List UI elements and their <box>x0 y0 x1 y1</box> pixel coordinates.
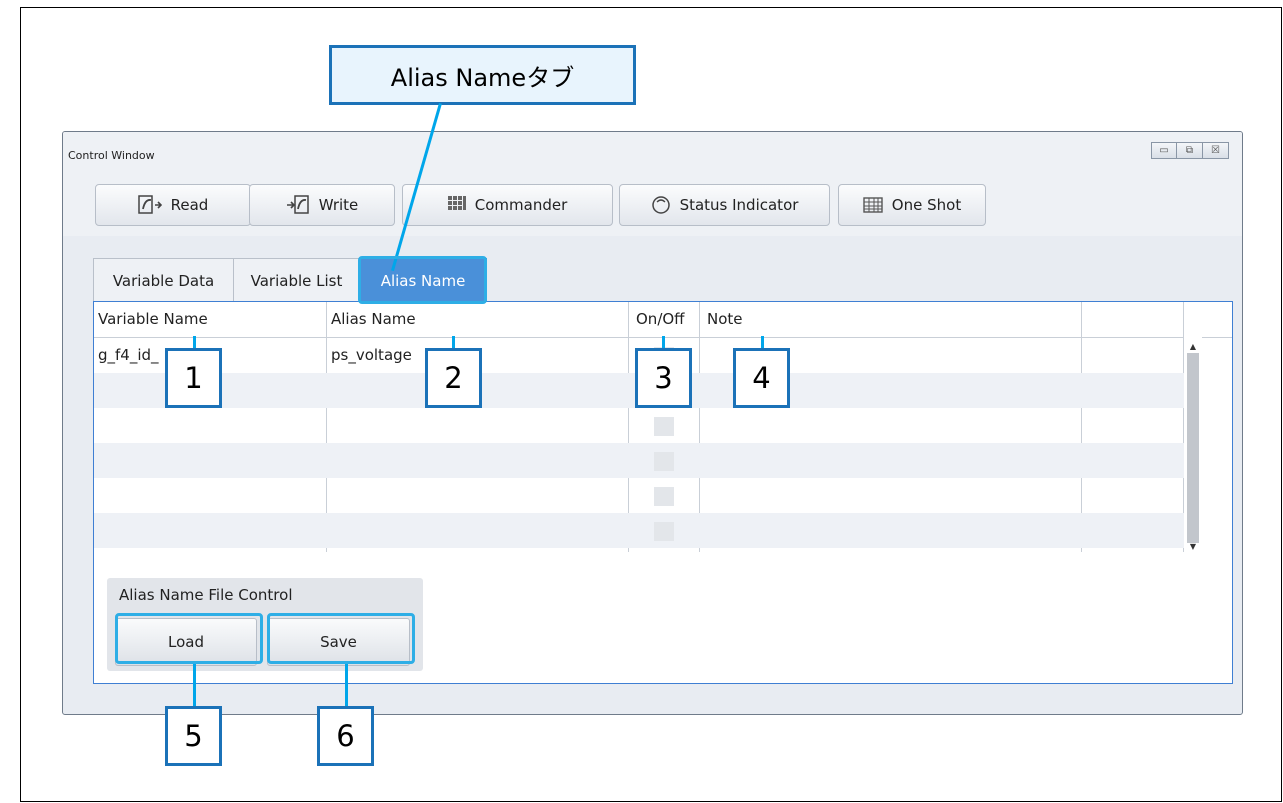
table-row[interactable] <box>94 478 1184 513</box>
window-title: Control Window <box>68 149 155 162</box>
one-shot-label: One Shot <box>891 196 962 214</box>
load-highlight <box>115 613 263 664</box>
tab-highlight <box>358 256 487 304</box>
on-off-checkbox[interactable] <box>654 452 674 471</box>
table-row[interactable] <box>94 443 1184 478</box>
on-off-checkbox[interactable] <box>654 522 674 541</box>
write-icon <box>286 195 309 214</box>
read-button[interactable]: Read <box>95 184 251 226</box>
callout-leader <box>193 664 196 708</box>
commander-label: Commander <box>474 196 568 214</box>
maximize-button[interactable]: ⧉ <box>1177 142 1203 159</box>
callout-leader <box>345 664 348 708</box>
commander-button[interactable]: Commander <box>402 184 613 226</box>
column-on-off[interactable]: On/Off <box>632 302 685 337</box>
one-shot-icon <box>863 197 883 213</box>
column-variable-name[interactable]: Variable Name <box>94 302 208 337</box>
window-controls: ▭ ⧉ ☒ <box>1151 142 1229 159</box>
tab-variable-data[interactable]: Variable Data <box>93 258 234 302</box>
on-off-checkbox[interactable] <box>654 487 674 506</box>
vertical-scrollbar[interactable]: ▲ ▼ <box>1184 302 1202 552</box>
column-alias-name[interactable]: Alias Name <box>327 302 416 337</box>
variable-name-value: g_f4_id_ <box>98 346 159 364</box>
save-highlight <box>267 613 415 664</box>
minimize-button[interactable]: ▭ <box>1151 142 1177 159</box>
read-icon <box>137 195 162 214</box>
toolbar: Read Write Commander Status Indicator On… <box>63 170 1242 236</box>
scroll-up-icon[interactable]: ▲ <box>1184 342 1202 351</box>
read-label: Read <box>170 196 209 214</box>
column-note[interactable]: Note <box>703 302 743 337</box>
note-cell[interactable] <box>703 338 707 373</box>
status-indicator-icon <box>651 196 670 214</box>
on-off-checkbox[interactable] <box>654 417 674 436</box>
callout-alias-name-tab: Alias Nameタブ <box>329 45 636 105</box>
scroll-thumb[interactable] <box>1187 353 1199 543</box>
callout-4: 4 <box>733 348 790 408</box>
status-indicator-label: Status Indicator <box>679 196 799 214</box>
callout-2: 2 <box>425 348 482 408</box>
table-row[interactable] <box>94 408 1184 443</box>
close-button[interactable]: ☒ <box>1203 142 1229 159</box>
grid-header: Variable Name Alias Name On/Off Note <box>94 302 1232 338</box>
callout-5: 5 <box>165 706 222 766</box>
callout-6: 6 <box>317 706 374 766</box>
callout-1: 1 <box>165 348 222 408</box>
file-control-title: Alias Name File Control <box>119 586 293 604</box>
status-indicator-button[interactable]: Status Indicator <box>619 184 830 226</box>
one-shot-button[interactable]: One Shot <box>838 184 986 226</box>
tab-variable-list[interactable]: Variable List <box>234 258 360 302</box>
callout-3: 3 <box>635 348 692 408</box>
write-label: Write <box>318 196 359 214</box>
alias-name-cell[interactable]: ps_voltage <box>327 338 412 373</box>
write-button[interactable]: Write <box>249 184 395 226</box>
table-row[interactable] <box>94 513 1184 548</box>
scroll-down-icon[interactable]: ▼ <box>1184 542 1202 551</box>
commander-icon <box>447 196 466 210</box>
